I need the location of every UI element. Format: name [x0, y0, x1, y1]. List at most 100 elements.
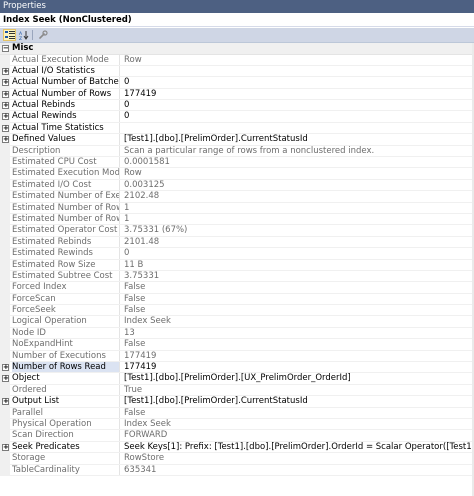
property-row[interactable]: ForceSeek False: [0, 305, 474, 317]
property-row[interactable]: + Object [Test1].[dbo].[PrelimOrder].[UX_P…: [0, 373, 474, 385]
property-value[interactable]: 3.75331 (67%): [124, 225, 472, 235]
property-row[interactable]: Estimated I/O Cost 0.003125: [0, 179, 474, 192]
property-row[interactable]: Forced Index False: [0, 282, 474, 294]
property-value[interactable]: False: [124, 339, 472, 349]
property-value[interactable]: Seek Keys[1]: Prefix: [Test1].[dbo].[Pre…: [124, 442, 472, 452]
property-value[interactable]: True: [124, 385, 472, 395]
property-value[interactable]: 177419: [124, 351, 472, 361]
property-pages-button[interactable]: [36, 29, 49, 41]
property-value[interactable]: [Test1].[dbo].[PrelimOrder].CurrentStatu…: [124, 396, 472, 406]
property-row[interactable]: ForceScan False: [0, 293, 474, 306]
property-row[interactable]: + Number of Rows Read 177419: [0, 362, 474, 374]
row-gutter: [0, 430, 10, 441]
property-value[interactable]: 0: [124, 111, 472, 121]
property-name: Estimated Execution Mode: [12, 168, 120, 179]
property-row[interactable]: Estimated Number of Rows to be 1: [0, 213, 474, 226]
property-value[interactable]: 177419: [124, 89, 472, 99]
property-name: Actual I/O Statistics: [12, 65, 120, 77]
property-value[interactable]: 13: [124, 328, 472, 338]
property-value[interactable]: 635341: [124, 465, 472, 475]
property-row[interactable]: Estimated Number of Rows 1: [0, 202, 474, 214]
row-gutter: [0, 327, 10, 339]
property-row[interactable]: Description Scan a particular range of ro…: [0, 145, 474, 158]
property-value[interactable]: 11 B: [124, 260, 472, 270]
property-value[interactable]: 0: [124, 100, 472, 110]
property-row[interactable]: Scan Direction FORWARD: [0, 430, 474, 442]
property-row[interactable]: + Output List [Test1].[dbo].[PrelimOrder].…: [0, 396, 474, 408]
property-value[interactable]: [Test1].[dbo].[PrelimOrder].[UX_PrelimOr…: [124, 373, 472, 383]
property-value[interactable]: 1: [124, 214, 472, 224]
property-value[interactable]: Index Seek: [124, 419, 472, 429]
property-row[interactable]: + Actual Number of Batches 0: [0, 77, 474, 89]
property-value[interactable]: 0.003125: [124, 180, 472, 190]
property-row[interactable]: Estimated Rebinds 2101.48: [0, 236, 474, 249]
expand-icon[interactable]: +: [2, 124, 9, 132]
collapse-icon[interactable]: −: [2, 45, 9, 52]
property-name: Number of Rows Read: [12, 362, 120, 373]
property-value[interactable]: False: [124, 408, 472, 418]
expand-icon[interactable]: +: [2, 90, 9, 98]
property-value[interactable]: Index Seek: [124, 316, 472, 326]
property-value[interactable]: False: [124, 305, 472, 315]
property-row[interactable]: + Actual Number of Rows 177419: [0, 88, 474, 101]
property-value[interactable]: [124, 123, 472, 133]
property-row[interactable]: Actual Execution Mode Row: [0, 54, 474, 66]
property-value[interactable]: False: [124, 282, 472, 292]
categorized-button[interactable]: [3, 29, 16, 41]
property-rows: Actual Execution Mode Row + Actual I/O Stat…: [0, 54, 474, 476]
property-row[interactable]: Parallel False: [0, 407, 474, 419]
property-value[interactable]: 1: [124, 203, 472, 213]
property-value[interactable]: 0.0001581: [124, 157, 472, 167]
property-row[interactable]: Ordered True: [0, 384, 474, 397]
expand-icon[interactable]: +: [2, 113, 9, 121]
property-row[interactable]: TableCardinality 635341: [0, 464, 474, 476]
property-row[interactable]: + Actual I/O Statistics: [0, 65, 474, 78]
property-name: Estimated Row Size: [12, 259, 120, 270]
expand-icon[interactable]: +: [2, 79, 9, 87]
expand-icon[interactable]: +: [2, 398, 9, 406]
property-row[interactable]: + Seek Predicates Seek Keys[1]: Prefix: [T…: [0, 441, 474, 454]
category-row-misc[interactable]: − Misc: [0, 43, 474, 55]
expand-icon[interactable]: +: [2, 67, 9, 75]
property-name: ForceScan: [12, 293, 120, 305]
property-row[interactable]: Estimated Execution Mode Row: [0, 168, 474, 180]
object-selector[interactable]: Index Seek (NonClustered): [0, 13, 474, 27]
property-value[interactable]: [124, 66, 472, 76]
property-row[interactable]: Estimated Rewinds 0: [0, 248, 474, 260]
expand-icon[interactable]: +: [2, 443, 9, 451]
property-value[interactable]: Row: [124, 55, 472, 65]
property-value[interactable]: 177419: [124, 362, 472, 372]
property-row[interactable]: + Actual Time Statistics: [0, 122, 474, 135]
property-value[interactable]: FORWARD: [124, 430, 472, 440]
property-row[interactable]: Storage RowStore: [0, 453, 474, 465]
property-row[interactable]: + Actual Rebinds 0: [0, 100, 474, 112]
property-value[interactable]: False: [124, 294, 472, 304]
property-row[interactable]: Estimated Subtree Cost 3.75331: [0, 270, 474, 283]
property-row[interactable]: NoExpandHint False: [0, 339, 474, 351]
property-row[interactable]: Number of Executions 177419: [0, 350, 474, 363]
expand-icon[interactable]: +: [2, 136, 9, 144]
alphabetical-button[interactable]: A Z: [17, 29, 30, 41]
property-row[interactable]: + Actual Rewinds 0: [0, 111, 474, 123]
property-row[interactable]: Estimated Row Size 11 B: [0, 259, 474, 271]
property-row[interactable]: Estimated Number of Executions 2102.48: [0, 191, 474, 203]
property-value[interactable]: 0: [124, 77, 472, 87]
property-value[interactable]: Row: [124, 168, 472, 178]
property-value[interactable]: 3.75331: [124, 271, 472, 281]
property-value[interactable]: 2101.48: [124, 237, 472, 247]
property-row[interactable]: Logical Operation Index Seek: [0, 316, 474, 328]
property-name: Estimated Subtree Cost: [12, 270, 120, 282]
expand-icon[interactable]: +: [2, 375, 9, 383]
expand-icon[interactable]: +: [2, 102, 9, 110]
property-row[interactable]: Node ID 13: [0, 327, 474, 340]
property-row[interactable]: Estimated Operator Cost 3.75331 (67%): [0, 225, 474, 237]
property-value[interactable]: RowStore: [124, 453, 472, 463]
property-value[interactable]: 0: [124, 248, 472, 258]
property-value[interactable]: [Test1].[dbo].[PrelimOrder].CurrentStatu…: [124, 134, 472, 144]
property-row[interactable]: Estimated CPU Cost 0.0001581: [0, 157, 474, 169]
expand-icon[interactable]: +: [2, 364, 9, 372]
property-row[interactable]: + Defined Values [Test1].[dbo].[PrelimOrde…: [0, 134, 474, 146]
property-row[interactable]: Physical Operation Index Seek: [0, 419, 474, 431]
property-value[interactable]: Scan a particular range of rows from a n…: [124, 146, 472, 156]
property-value[interactable]: 2102.48: [124, 191, 472, 201]
